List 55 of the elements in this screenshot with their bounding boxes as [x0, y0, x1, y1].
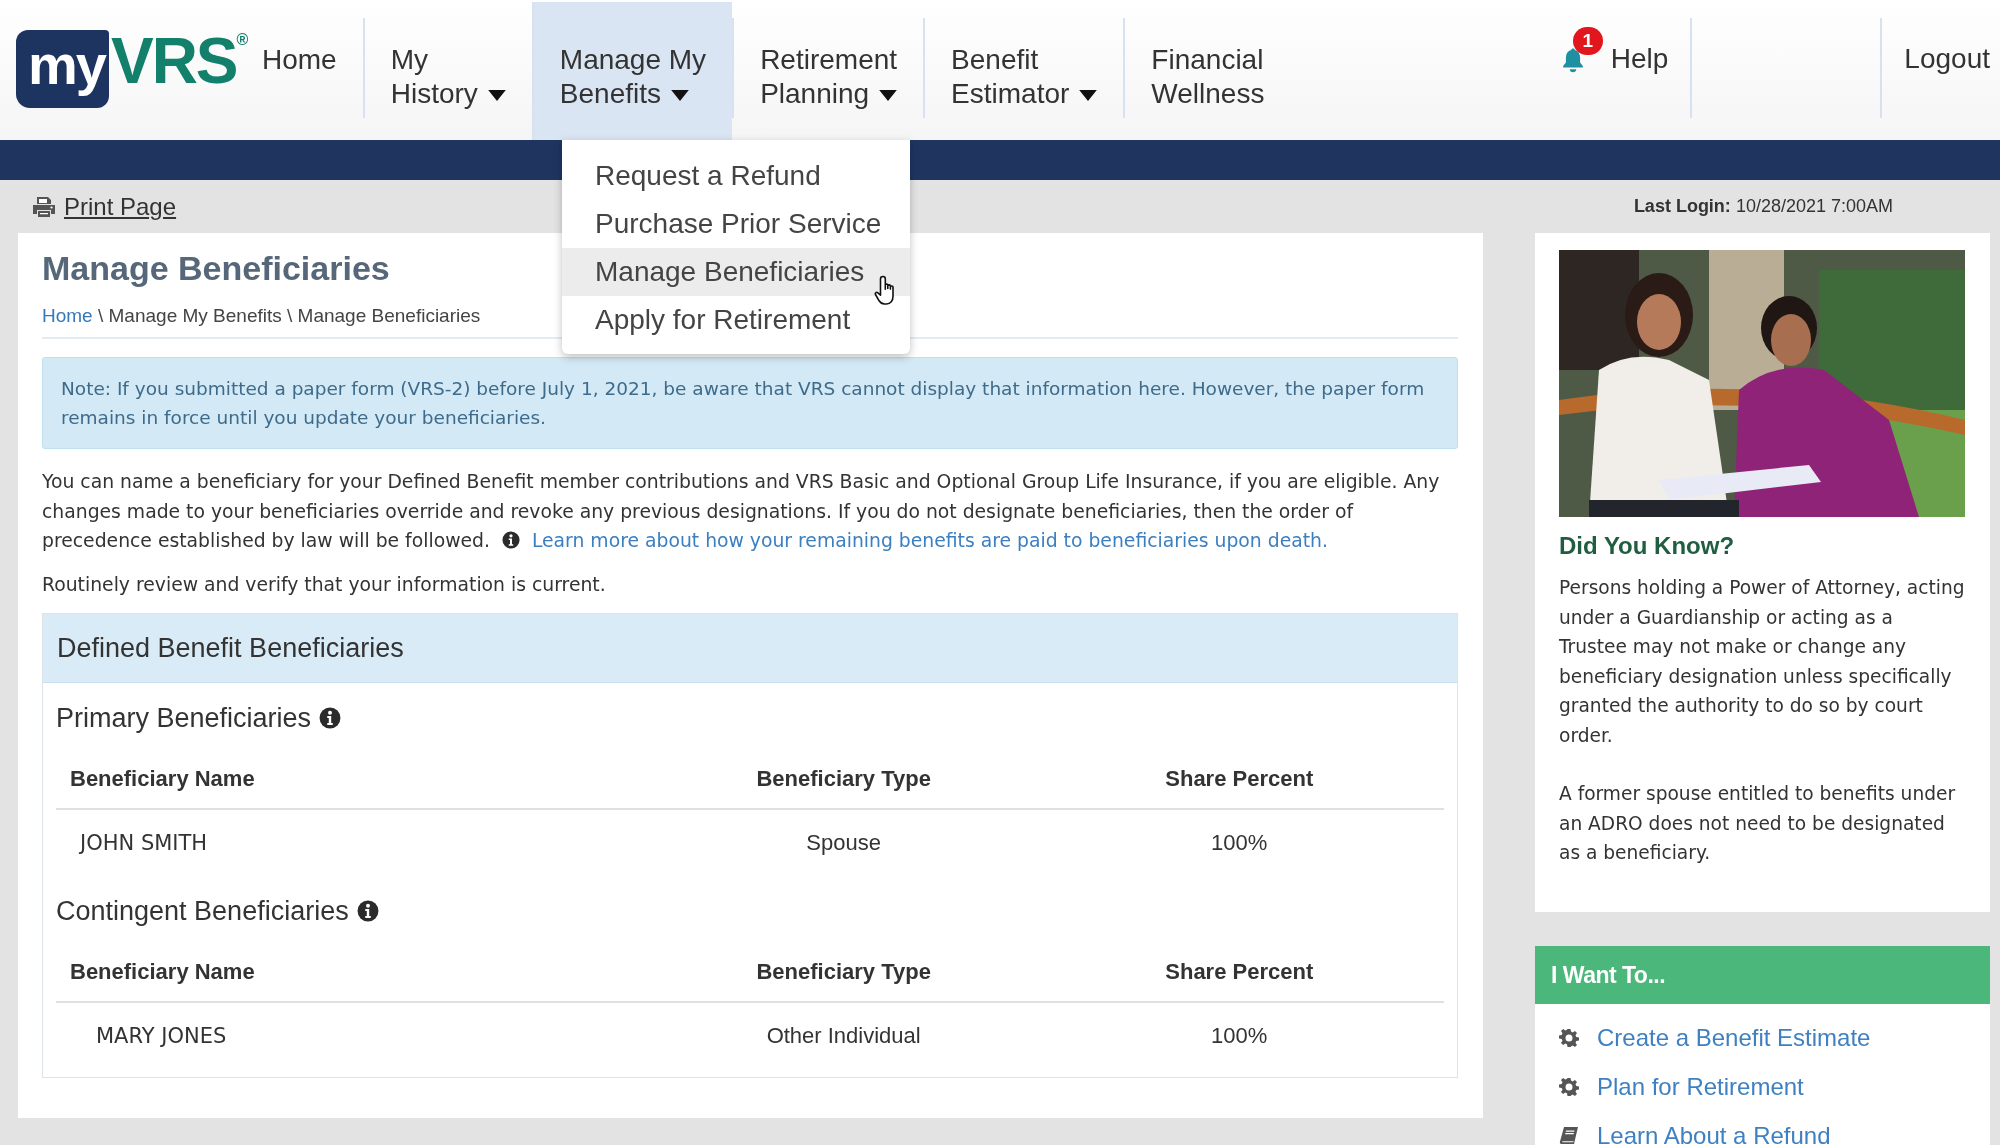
column-header: Beneficiary Name — [56, 745, 653, 809]
print-link[interactable]: Print Page — [32, 192, 177, 221]
menu-item[interactable]: Purchase Prior Service — [562, 200, 910, 248]
section-title: Contingent Beneficiaries — [56, 895, 349, 927]
caret-icon — [1079, 90, 1098, 102]
notification-badge: 1 — [1572, 27, 1603, 55]
section-title: Primary Beneficiaries — [56, 702, 312, 734]
note-alert: Note: If you submitted a paper form (VRS-2) before July 1, 2021, be aware that VRS cannot display that information here. However, the paper form remains in force until you update your beneficiaries. — [42, 357, 1458, 449]
gear-icon — [1559, 1077, 1579, 1097]
column-header: Beneficiary Type — [652, 938, 1035, 1002]
nav-item[interactable]: Manage My Benefits — [531, 2, 733, 140]
table-cell: 100% — [1034, 1001, 1444, 1069]
gear-icon — [1559, 1028, 1579, 1048]
table-cell: MARY JONES — [56, 1001, 653, 1069]
logo-text: VRS — [110, 30, 237, 92]
card-text: Persons holding a Power of Attorney, acting under a Guardianship or acting as a Trustee may not make or change any beneficiary designation unless specifically granted the authority to do so by court order. — [1559, 576, 1966, 748]
info-icon — [319, 707, 342, 729]
info-icon — [501, 531, 520, 549]
panel-title: Defined Benefit Beneficiaries — [43, 613, 1457, 683]
page-title: Manage Beneficiaries — [42, 248, 390, 289]
column-header: Beneficiary Type — [652, 745, 1035, 809]
action-link[interactable]: Learn About a Refund — [1597, 1122, 1831, 1145]
menu-item[interactable]: Request a Refund — [562, 152, 910, 200]
reminder-text: Routinely review and verify that your information is current. — [42, 573, 607, 595]
nav-item[interactable]: Financial Wellness — [1123, 18, 1291, 118]
card-text: A former spouse entitled to benefits under an ADRO does not need to be designated as a beneficiary. — [1559, 782, 1957, 865]
column-header: Beneficiary Name — [56, 938, 653, 1002]
last-login-text: Last Login: 10/28/2021 7:00AM — [1633, 196, 1893, 217]
table-cell: Other Individual — [652, 1001, 1035, 1069]
actions-heading: I Want To... — [1535, 945, 1990, 1004]
info-icon — [356, 900, 379, 922]
card-heading: Did You Know? — [1559, 531, 1736, 561]
breadcrumb: Home \ Manage My Benefits \ Manage Beneficiaries — [42, 305, 481, 327]
action-link[interactable]: Plan for Retirement — [1597, 1073, 1804, 1101]
logo-badge: my — [16, 30, 109, 108]
column-header: Share Percent — [1034, 745, 1444, 809]
table-cell: 100% — [1034, 808, 1444, 876]
registered-mark: ® — [236, 32, 249, 48]
table-cell: Spouse — [652, 808, 1035, 876]
notification-bell-icon — [1560, 46, 1585, 73]
breadcrumb-link[interactable]: Home — [42, 305, 93, 326]
table-cell: JOHN SMITH — [56, 808, 653, 876]
caret-icon — [671, 90, 689, 102]
intro-text: You can name a beneficiary for your Defined Benefit member contributions and VRS Basic and Optional Group Life Insurance, if you are eligible. Any changes made to your beneficiaries override and revoke any previous designations. If you do not designate beneficiaries, then the order of precedence established by law will be followed. Learn more about how your remaining benefits are paid to beneficiaries upon death. — [42, 470, 1441, 553]
action-link[interactable]: Create a Benefit Estimate — [1597, 1024, 1871, 1052]
printer-icon — [32, 195, 56, 218]
column-header: Share Percent — [1034, 938, 1444, 1002]
menu-item[interactable]: Apply for Retirement — [562, 296, 910, 344]
learn-more-link[interactable]: Learn more about how your remaining benefits are paid to beneficiaries upon death. — [531, 530, 1328, 551]
nav-item[interactable]: Retirement Planning — [732, 18, 924, 118]
help-link[interactable]: Help — [1610, 18, 1693, 118]
caret-icon — [487, 90, 506, 102]
caret-icon — [879, 90, 898, 102]
nav-item[interactable]: Benefit Estimator — [923, 18, 1124, 118]
logout-link[interactable]: Logout — [1882, 43, 2000, 75]
